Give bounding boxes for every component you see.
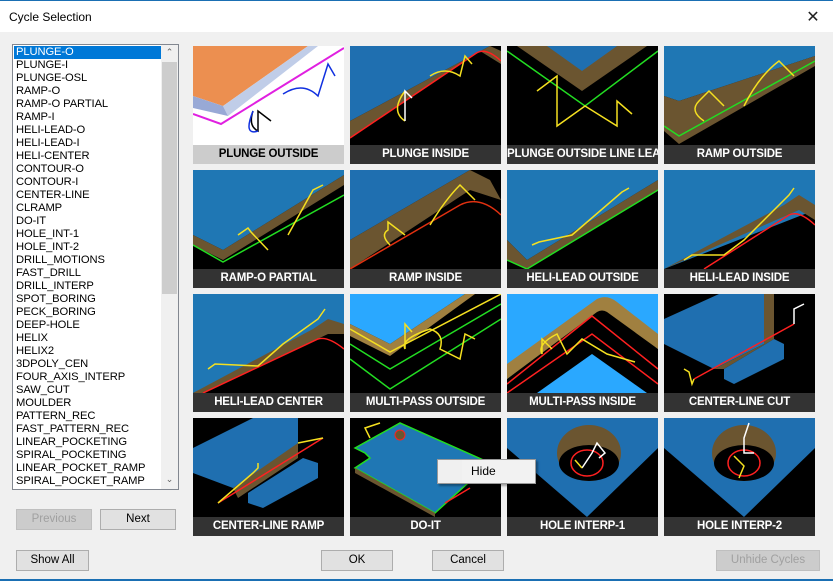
- cycle-list-item[interactable]: PLUNGE-I: [14, 59, 162, 72]
- cycle-list-item[interactable]: SPIRAL_POCKET_RAMP: [14, 475, 162, 488]
- ramp-o-partial-thumbnail-image: [193, 170, 344, 269]
- cycle-list-item[interactable]: DEEP-HOLE: [14, 319, 162, 332]
- cycle-tile-label: HELI-LEAD CENTER: [193, 393, 344, 412]
- list-scrollbar[interactable]: ⌃ ⌄: [161, 45, 178, 489]
- cycle-tile-label: DO-IT: [350, 517, 501, 536]
- cycle-tile-ramp-outside[interactable]: RAMP OUTSIDE: [664, 46, 815, 164]
- window-title: Cycle Selection: [9, 10, 92, 24]
- cycle-list-item[interactable]: CONTOUR-I: [14, 176, 162, 189]
- cycle-list-item[interactable]: RAMP-O PARTIAL: [14, 98, 162, 111]
- heli-lead-inside-thumbnail-image: [664, 170, 815, 269]
- cycle-list-items: PLUNGE-O PLUNGE-I PLUNGE-OSL RAMP-O RAMP-O P…: [14, 46, 162, 488]
- cycle-tile-label: HELI-LEAD INSIDE: [664, 269, 815, 288]
- cycle-tile-plunge-inside[interactable]: PLUNGE INSIDE: [350, 46, 501, 164]
- heli-lead-center-thumbnail-image: [193, 294, 344, 393]
- cycle-list-item[interactable]: FAST_PATTERN_REC: [14, 423, 162, 436]
- cycle-tile-label: HELI-LEAD OUTSIDE: [507, 269, 658, 288]
- scrollbar-thumb[interactable]: [162, 62, 177, 294]
- cycle-list-item[interactable]: DO-IT: [14, 215, 162, 228]
- cycle-list-item[interactable]: LINEAR_POCKETING: [14, 436, 162, 449]
- cycle-tile-ramp-o-partial[interactable]: RAMP-O PARTIAL: [193, 170, 344, 288]
- ramp-inside-thumbnail-image: [350, 170, 501, 269]
- plunge-outside-thumbnail-image: [193, 46, 344, 145]
- cycle-tile-label: MULTI-PASS INSIDE: [507, 393, 658, 412]
- cycle-list-item[interactable]: HELIX: [14, 332, 162, 345]
- cycle-tile-heli-lead-center[interactable]: HELI-LEAD CENTER: [193, 294, 344, 412]
- cycle-list-item[interactable]: CENTER-LINE: [14, 189, 162, 202]
- cycle-tile-ramp-inside[interactable]: RAMP INSIDE: [350, 170, 501, 288]
- show-all-button[interactable]: Show All: [16, 550, 89, 571]
- cycle-list-item[interactable]: HELI-CENTER: [14, 150, 162, 163]
- cycle-list-item[interactable]: PECK_BORING: [14, 306, 162, 319]
- cycle-tile-label: CENTER-LINE CUT: [664, 393, 815, 412]
- cycle-tile-label: RAMP-O PARTIAL: [193, 269, 344, 288]
- cycle-tile-label: HOLE INTERP-1: [507, 517, 658, 536]
- cycle-tile-hole-interp-2[interactable]: HOLE INTERP-2: [664, 418, 815, 536]
- cycle-list-item[interactable]: FOUR_AXIS_INTERP: [14, 371, 162, 384]
- cycle-list-item[interactable]: HOLE_INT-2: [14, 241, 162, 254]
- cycle-list-item[interactable]: HELIX2: [14, 345, 162, 358]
- center-line-cut-thumbnail-image: [664, 294, 815, 393]
- cycle-list-item[interactable]: 3DPOLY_CEN: [14, 358, 162, 371]
- cycle-list-item[interactable]: SPIRAL_POCKETING: [14, 449, 162, 462]
- cycle-tile-label: RAMP INSIDE: [350, 269, 501, 288]
- cycle-list-item[interactable]: RAMP-O: [14, 85, 162, 98]
- cycle-tile-plunge-outside-line-leads[interactable]: PLUNGE OUTSIDE LINE LEADS: [507, 46, 658, 164]
- cycle-list-item[interactable]: PLUNGE-O: [14, 46, 162, 59]
- cycle-list-item[interactable]: SAW_CUT: [14, 384, 162, 397]
- plunge-inside-thumbnail-image: [350, 46, 501, 145]
- cycle-list-item[interactable]: HELI-LEAD-I: [14, 137, 162, 150]
- cycle-tile-heli-lead-inside[interactable]: HELI-LEAD INSIDE: [664, 170, 815, 288]
- cycle-list-item[interactable]: PLUNGE-OSL: [14, 72, 162, 85]
- previous-button[interactable]: Previous: [16, 509, 92, 530]
- cycle-tile-label: PLUNGE OUTSIDE LINE LEADS: [507, 145, 658, 164]
- scroll-up-icon[interactable]: ⌃: [161, 45, 178, 62]
- ramp-outside-thumbnail-image: [664, 46, 815, 145]
- next-button[interactable]: Next: [100, 509, 176, 530]
- title-bar: Cycle Selection ✕: [0, 0, 833, 32]
- cycle-tile-heli-lead-outside[interactable]: HELI-LEAD OUTSIDE: [507, 170, 658, 288]
- cycle-list-item[interactable]: LINEAR_POCKET_RAMP: [14, 462, 162, 475]
- center-line-ramp-thumbnail-image: [193, 418, 344, 517]
- cycle-tile-label: CENTER-LINE RAMP: [193, 517, 344, 536]
- cycle-list-item[interactable]: CLRAMP: [14, 202, 162, 215]
- multi-pass-outside-thumbnail-image: [350, 294, 501, 393]
- cycle-tile-label: RAMP OUTSIDE: [664, 145, 815, 164]
- cycle-list-item[interactable]: RAMP-I: [14, 111, 162, 124]
- cycle-list-item[interactable]: CONTOUR-O: [14, 163, 162, 176]
- cycle-list-item[interactable]: DRILL_INTERP: [14, 280, 162, 293]
- cycle-list-item[interactable]: DRILL_MOTIONS: [14, 254, 162, 267]
- cycle-tile-plunge-outside[interactable]: PLUNGE OUTSIDE: [193, 46, 344, 164]
- cycle-list-item[interactable]: FAST_DRILL: [14, 267, 162, 280]
- unhide-cycles-button[interactable]: Unhide Cycles: [716, 550, 820, 571]
- cycle-list-item[interactable]: SPOT_BORING: [14, 293, 162, 306]
- plunge-outside-line-leads-thumbnail-image: [507, 46, 658, 145]
- cycle-list-item[interactable]: PATTERN_REC: [14, 410, 162, 423]
- cycle-tile-label: HOLE INTERP-2: [664, 517, 815, 536]
- ok-button[interactable]: OK: [321, 550, 393, 571]
- multi-pass-inside-thumbnail-image: [507, 294, 658, 393]
- cycle-tile-label: PLUNGE OUTSIDE: [193, 145, 344, 164]
- cycle-list-item[interactable]: MOULDER: [14, 397, 162, 410]
- cycle-tile-multi-pass-inside[interactable]: MULTI-PASS INSIDE: [507, 294, 658, 412]
- cycle-list-item[interactable]: HOLE_INT-1: [14, 228, 162, 241]
- context-menu: Hide: [437, 459, 536, 484]
- cancel-button[interactable]: Cancel: [432, 550, 504, 571]
- close-icon[interactable]: ✕: [799, 5, 827, 29]
- context-menu-gutter: [438, 460, 462, 483]
- cycle-tile-center-line-cut[interactable]: CENTER-LINE CUT: [664, 294, 815, 412]
- cycle-tile-label: MULTI-PASS OUTSIDE: [350, 393, 501, 412]
- cycle-tile-center-line-ramp[interactable]: CENTER-LINE RAMP: [193, 418, 344, 536]
- cycle-listbox[interactable]: PLUNGE-O PLUNGE-I PLUNGE-OSL RAMP-O RAMP-O P…: [12, 44, 179, 490]
- cycle-list-item[interactable]: HELI-LEAD-O: [14, 124, 162, 137]
- context-menu-item-hide[interactable]: Hide: [471, 464, 496, 478]
- cycle-tile-label: PLUNGE INSIDE: [350, 145, 501, 164]
- scroll-down-icon[interactable]: ⌄: [161, 472, 178, 489]
- heli-lead-outside-thumbnail-image: [507, 170, 658, 269]
- cycle-tile-multi-pass-outside[interactable]: MULTI-PASS OUTSIDE: [350, 294, 501, 412]
- hole-interp-2-thumbnail-image: [664, 418, 815, 517]
